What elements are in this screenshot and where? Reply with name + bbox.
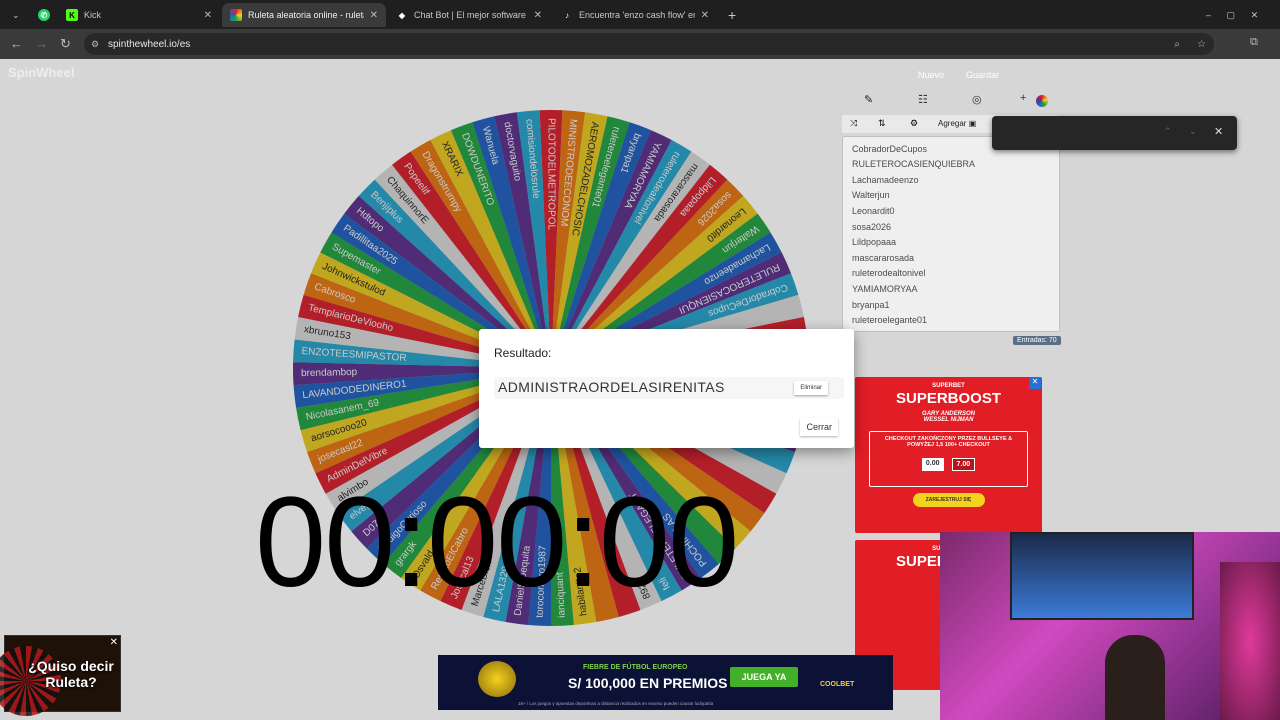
tab-whatsapp[interactable]: ✆: [30, 3, 56, 27]
banner-cta-button[interactable]: JUEGA YA: [730, 667, 798, 687]
tab-title: Ruleta aleatoria online - ruleta: [248, 10, 364, 20]
panel-tabs: ✎ ☷ ◎ +: [842, 91, 1062, 111]
list-item: Walterjun: [852, 190, 890, 201]
bookmark-star-icon[interactable]: ☆: [1197, 39, 1206, 50]
banner-main-text: S/ 100,000 EN PREMIOS: [568, 675, 728, 691]
stream-timer: 00:00:00: [255, 471, 739, 614]
hide-icon[interactable]: ◎: [972, 93, 982, 106]
list-item: RULETEROCASIENQUIEBRA: [852, 159, 976, 170]
ad-odds-new: 7.00: [951, 458, 976, 471]
banner-top-text: FIEBRE DE FÚTBOL EUROPEO: [583, 664, 688, 671]
window-controls: – ▢ ✕: [1190, 3, 1274, 27]
result-dialog: Resultado: ADMINISTRAORDELASIRENITAS Eli…: [479, 329, 854, 448]
list-item: ruleterodealtonivel: [852, 268, 926, 279]
extensions-icon[interactable]: ⧉: [1250, 36, 1258, 49]
color-palette-icon[interactable]: [1036, 95, 1048, 107]
ad-close-icon[interactable]: ✕: [1029, 377, 1041, 389]
trophy-icon: [478, 661, 516, 697]
tab-tiktok[interactable]: ♪ Encuentra 'enzo cash flow' en T ✕: [553, 3, 717, 27]
list-item: Lildpopaaa: [852, 237, 897, 248]
tiktok-icon: ♪: [565, 10, 569, 20]
kick-icon: K: [66, 9, 78, 21]
roulette-overlay: ¿Quiso decir Ruleta? ✕: [0, 635, 121, 716]
tab-spinwheel[interactable]: Ruleta aleatoria online - ruleta ✕: [222, 3, 386, 27]
list-item: mascararosada: [852, 252, 915, 263]
close-icon[interactable]: ✕: [370, 10, 378, 21]
close-icon[interactable]: ✕: [534, 10, 542, 21]
tab-title: Encuentra 'enzo cash flow' en T: [579, 10, 695, 20]
shuffle-icon[interactable]: ⤨: [850, 118, 857, 129]
ad-brand: SUPERBET: [932, 383, 965, 389]
list-item: YAMIAMORYAA: [852, 283, 918, 294]
url-text: spinthewheel.io/es: [108, 38, 191, 50]
ad-odds-old: 0.00: [921, 458, 944, 471]
list-item: Lachamadeenzo: [852, 174, 919, 185]
coolbet-banner-ad[interactable]: FIEBRE DE FÚTBOL EUROPEO S/ 100,000 EN P…: [438, 655, 893, 710]
edit-icon[interactable]: ✎: [864, 93, 873, 106]
ad-offer-box: CHECKOUT ZAKOŃCZONY PRZEZ BULLSEYE & POW…: [869, 431, 1028, 487]
page-content: SpinWheel Nuevo Guardar PILOTODELMETROPO…: [0, 59, 1280, 720]
ad-offer: CHECKOUT ZAKOŃCZONY PRZEZ BULLSEYE & POW…: [884, 436, 1013, 448]
close-icon[interactable]: ✕: [701, 10, 709, 21]
site-info-icon[interactable]: ⚙: [91, 39, 99, 50]
list-item: bryanpa1: [852, 299, 890, 310]
close-button[interactable]: Cerrar: [800, 418, 838, 436]
tab-title: Chat Bot | El mejor software pa: [414, 10, 528, 20]
tab-chatbot[interactable]: ◆ Chat Bot | El mejor software pa ✕: [388, 3, 550, 27]
entries-list[interactable]: nomiaunia CobradorDeCupos RULETEROCASIEN…: [842, 136, 1060, 332]
new-tab-button[interactable]: +: [720, 3, 742, 27]
find-bar: ⌃ ⌄ ✕: [992, 116, 1237, 150]
streamer: [1105, 635, 1165, 720]
zoom-icon[interactable]: ⌕: [1174, 39, 1180, 50]
site-logo[interactable]: SpinWheel: [8, 65, 74, 80]
tab-title: Kick: [84, 10, 102, 20]
tab-list-button[interactable]: ⌄: [4, 3, 24, 27]
spinwheel-icon: [230, 9, 242, 21]
result-value: ADMINISTRAORDELASIRENITAS: [494, 377, 844, 399]
minimize-icon[interactable]: –: [1206, 10, 1211, 20]
whatsapp-icon: ✆: [38, 9, 50, 21]
close-icon[interactable]: ✕: [204, 10, 212, 21]
ad-players: GARY ANDERSON WESSEL NIJMAN: [922, 411, 975, 423]
forward-icon[interactable]: →: [35, 36, 48, 51]
list-item: sosa2026: [852, 221, 892, 232]
banner-disclaimer: 18+ / Los juegos y apuestas deportivas a…: [518, 701, 714, 706]
delete-button[interactable]: Eliminar: [794, 381, 828, 395]
tab-kick[interactable]: K Kick ✕: [58, 3, 220, 27]
menu-new[interactable]: Nuevo: [918, 70, 944, 80]
ad-title: SUPERBOOST: [895, 390, 1001, 407]
list-item: Leonardit0: [852, 205, 895, 216]
settings-icon[interactable]: ⚙: [910, 118, 918, 129]
address-bar-row: ← → ↻ ⚙ spinthewheel.io/es ⌕ ☆ ⧉: [0, 29, 1280, 59]
sort-icon[interactable]: ⇅: [878, 118, 886, 129]
entries-count-badge: Entradas: 70: [1013, 336, 1061, 345]
chatbot-icon: ◆: [398, 10, 406, 20]
menu-save[interactable]: Guardar: [966, 70, 999, 80]
tab-bar: ⌄ ✆ K Kick ✕ Ruleta aleatoria online - r…: [0, 0, 1280, 29]
reload-icon[interactable]: ↻: [60, 36, 71, 52]
close-icon[interactable]: ✕: [1214, 125, 1223, 138]
dialog-title: Resultado:: [494, 346, 552, 360]
find-next-icon[interactable]: ⌄: [1189, 126, 1197, 137]
plant: [1220, 562, 1280, 720]
superbet-ad-1[interactable]: SUPERBET SUPERBOOST GARY ANDERSON WESSEL…: [855, 377, 1042, 533]
add-color-icon[interactable]: +: [1020, 92, 1026, 104]
list-item: ruleteroelegante01: [852, 315, 928, 326]
roulette-caption: ¿Quiso decir Ruleta?: [28, 658, 114, 690]
ad-cta-button[interactable]: ZAREJESTRUJ SIĘ: [912, 493, 985, 507]
add-button[interactable]: Agregar ▣: [938, 119, 976, 128]
results-icon[interactable]: ☷: [918, 93, 928, 106]
find-prev-icon[interactable]: ⌃: [1164, 126, 1172, 137]
close-window-icon[interactable]: ✕: [1251, 10, 1259, 21]
add-label: Agregar: [938, 119, 967, 128]
chevron-down-icon: ⌄: [12, 9, 20, 20]
tv-screen: [1010, 532, 1194, 620]
webcam-overlay: [940, 532, 1280, 720]
banner-brand: COOLBET: [820, 681, 855, 688]
url-field[interactable]: ⚙ spinthewheel.io/es ⌕ ☆: [84, 33, 1214, 55]
maximize-icon[interactable]: ▢: [1226, 10, 1235, 21]
plus-icon: +: [728, 7, 737, 23]
close-icon[interactable]: ✕: [110, 637, 118, 648]
back-icon[interactable]: ←: [10, 36, 23, 51]
